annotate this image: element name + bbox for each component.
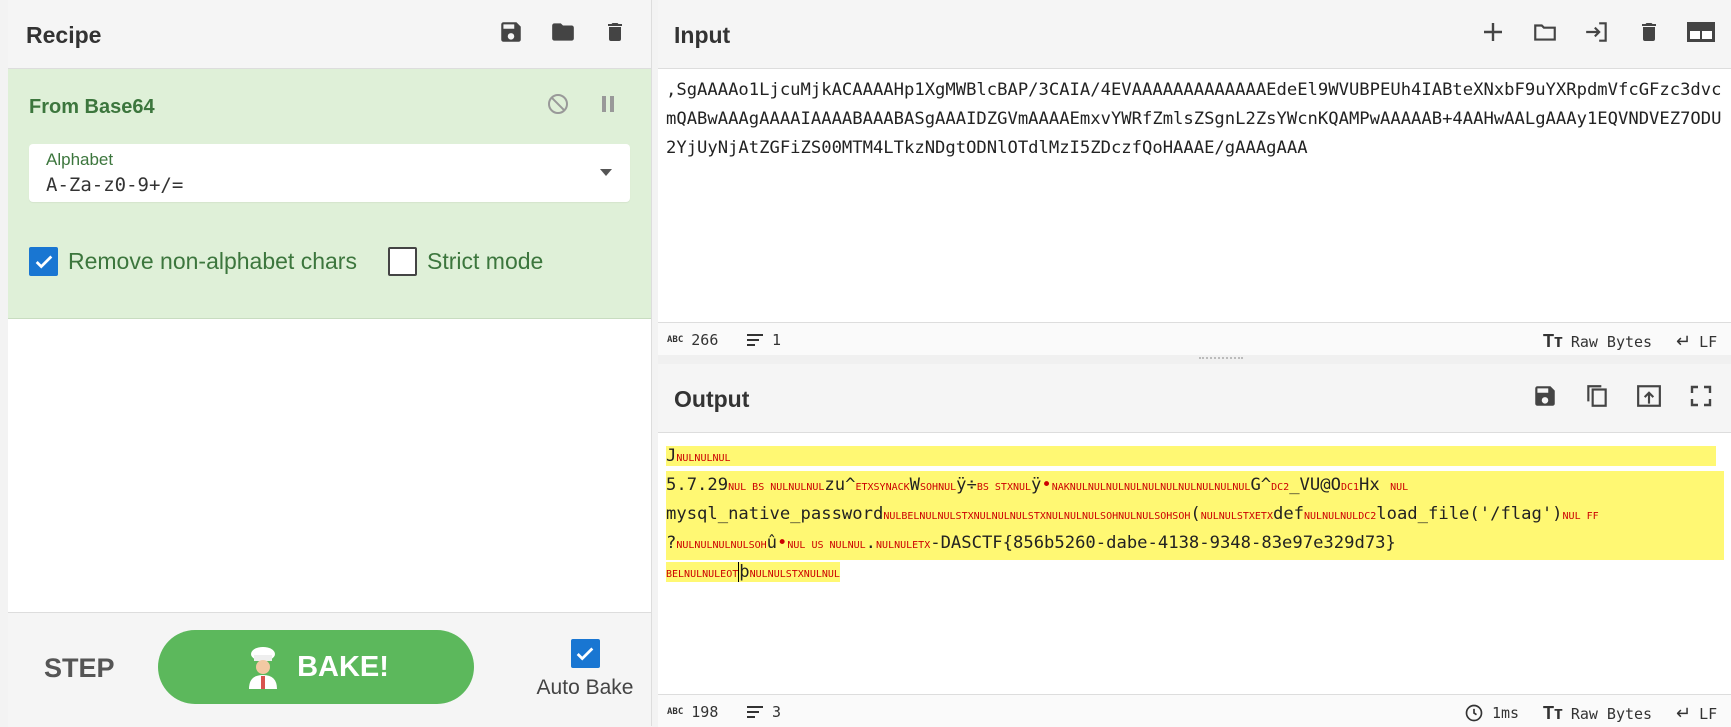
checkbox-checked-icon[interactable] — [29, 247, 58, 276]
copy-output-icon[interactable] — [1579, 378, 1615, 414]
remove-non-alphabet-label: Remove non-alphabet chars — [68, 248, 357, 274]
step-button[interactable]: STEP — [44, 653, 115, 684]
lines-icon — [747, 334, 763, 346]
text-format-icon: Tт — [1543, 703, 1563, 723]
output-length: 198 — [691, 703, 719, 721]
operation-title: From Base64 — [29, 96, 155, 118]
input-status-bar: ABC 266 1 Tт Raw Bytes ↵ LF — [658, 322, 1731, 355]
remove-non-alphabet-checkbox[interactable]: Remove non-alphabet chars — [29, 247, 357, 276]
input-eol: LF — [1699, 332, 1718, 351]
pause-icon[interactable] — [593, 89, 623, 119]
bake-label: BAKE! — [297, 650, 389, 683]
return-arrow-icon: ↵ — [1676, 331, 1692, 351]
output-encoding: Raw Bytes — [1570, 704, 1653, 723]
output-line: ?NULNULNULNULSOHû•NUL US NULNUL.NULNULET… — [666, 529, 1724, 560]
output-encoding-selector[interactable]: Tт Raw Bytes — [1543, 703, 1652, 724]
input-textarea[interactable]: ,SgAAAAo1LjcuMjkACAAAAHp1XgMWBlcBAP/3CAI… — [666, 76, 1724, 163]
strict-mode-checkbox[interactable]: Strict mode — [388, 247, 543, 276]
save-recipe-icon[interactable] — [495, 16, 527, 48]
output-lines: 3 — [772, 703, 782, 721]
panel-splitter[interactable] — [658, 355, 1731, 364]
controls-bar: STEP BAKE! Auto Bake — [8, 612, 651, 727]
input-encoding: Raw Bytes — [1570, 332, 1653, 351]
recipe-title: Recipe — [26, 22, 102, 48]
output-line: mysql_native_passwordNULBELNULNULSTXNULN… — [666, 500, 1724, 531]
chevron-down-icon — [600, 169, 612, 176]
reset-layout-icon[interactable] — [1683, 14, 1719, 50]
output-header: Output — [658, 364, 1731, 433]
alphabet-label: Alphabet — [46, 150, 114, 169]
save-output-icon[interactable] — [1527, 378, 1563, 414]
output-status-bar: ABC 198 3 1ms Tт Raw Bytes ↵ LF — [658, 694, 1731, 727]
input-panel: Input ,SgAAAAo1LjcuMjkACAAAAHp1XgMWBlcBA… — [658, 0, 1731, 356]
output-eol-selector[interactable]: ↵ LF — [1676, 703, 1717, 724]
clock-icon — [1465, 704, 1483, 722]
input-lines: 1 — [772, 331, 782, 349]
open-file-input-icon[interactable] — [1579, 14, 1615, 50]
abc-length-icon: ABC — [667, 707, 684, 717]
strict-mode-label: Strict mode — [427, 248, 544, 274]
recipe-panel: Recipe From Base64 Alphabet A-Za-z0-9+/=… — [8, 0, 652, 727]
output-eol: LF — [1699, 704, 1718, 723]
output-line: BELNULNULEOTþNULNULSTXNULNUL — [666, 562, 840, 582]
disable-operation-icon[interactable] — [543, 89, 573, 119]
input-eol-selector[interactable]: ↵ LF — [1676, 331, 1717, 352]
clear-recipe-trash-icon[interactable] — [599, 16, 631, 48]
return-arrow-icon: ↵ — [1676, 703, 1692, 723]
add-tab-plus-icon[interactable] — [1475, 14, 1511, 50]
maximise-icon[interactable] — [1683, 378, 1719, 414]
input-encoding-selector[interactable]: Tт Raw Bytes — [1543, 331, 1652, 352]
checkbox-checked-icon[interactable] — [570, 639, 600, 668]
text-format-icon: Tт — [1543, 331, 1563, 351]
open-folder-icon[interactable] — [1527, 14, 1563, 50]
bake-time: 1ms — [1492, 704, 1520, 722]
abc-length-icon: ABC — [667, 335, 684, 345]
alphabet-select[interactable]: Alphabet A-Za-z0-9+/= — [29, 144, 630, 202]
auto-bake-label: Auto Bake — [536, 676, 634, 699]
output-line: 5.7.29NUL BS NULNULNULzu^ETXSYNACKWSOHNU… — [666, 471, 1724, 502]
chef-icon — [249, 647, 278, 689]
auto-bake-toggle[interactable]: Auto Bake — [520, 639, 650, 700]
input-length: 266 — [691, 331, 719, 349]
checkbox-unchecked-icon[interactable] — [388, 247, 417, 276]
output-title: Output — [674, 386, 750, 412]
input-header: Input — [658, 0, 1731, 69]
alphabet-value: A-Za-z0-9+/= — [46, 174, 184, 196]
replace-input-icon[interactable] — [1631, 378, 1667, 414]
output-line: JNULNULNUL — [666, 442, 1716, 473]
recipe-header: Recipe — [8, 0, 651, 69]
lines-icon — [747, 706, 763, 718]
bake-button[interactable]: BAKE! — [158, 630, 474, 704]
load-recipe-folder-icon[interactable] — [547, 16, 579, 48]
output-panel: Output JNULNULNUL 5.7.29NUL BS NULNULNUL… — [658, 364, 1731, 727]
output-text[interactable]: JNULNULNUL 5.7.29NUL BS NULNULNULzu^ETXS… — [666, 442, 1724, 650]
operation-from-base64[interactable]: From Base64 Alphabet A-Za-z0-9+/= Remove… — [8, 69, 651, 319]
input-title: Input — [674, 22, 731, 48]
clear-input-trash-icon[interactable] — [1631, 14, 1667, 50]
